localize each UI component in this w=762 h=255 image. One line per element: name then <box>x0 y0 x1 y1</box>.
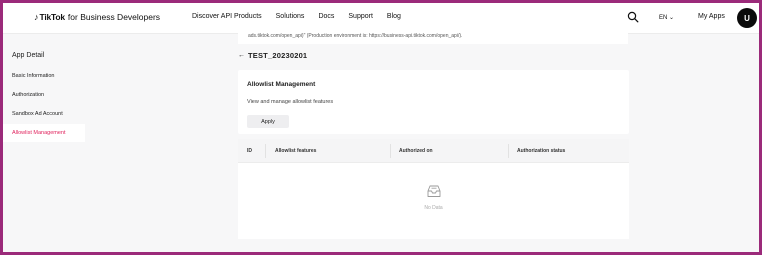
logo[interactable]: ♪ TikTok for Business Developers <box>34 12 160 22</box>
column-divider <box>508 144 509 158</box>
column-header-authorized-on: Authorized on <box>399 148 433 154</box>
nav-link-discover-api-products[interactable]: Discover API Products <box>192 13 262 20</box>
language-selector[interactable]: EN ⌄ <box>659 14 674 21</box>
column-header-id: ID <box>247 148 252 154</box>
back-arrow-icon[interactable]: ← <box>238 52 245 59</box>
sidebar-item-basic-information[interactable]: Basic Information <box>3 67 85 85</box>
language-label: EN <box>659 15 668 21</box>
page-header: ← TEST_20230201 <box>238 51 307 60</box>
empty-state-text: No Data <box>424 205 443 211</box>
my-apps-link[interactable]: My Apps <box>698 13 725 20</box>
sidebar: App Detail Basic Information Authorizati… <box>3 34 233 252</box>
allowlist-description: View and manage allowlist features <box>247 99 334 105</box>
chevron-down-icon: ⌄ <box>669 15 675 21</box>
logo-suffix: for Business Developers <box>67 12 161 22</box>
nav-link-support[interactable]: Support <box>348 13 373 20</box>
search-icon[interactable] <box>627 11 639 23</box>
tiktok-note-icon: ♪ <box>34 12 39 22</box>
sidebar-title: App Detail <box>12 52 45 59</box>
sidebar-item-sandbox-ad-account[interactable]: Sandbox Ad Account <box>3 105 85 123</box>
empty-inbox-icon <box>427 185 441 197</box>
nav-links: Discover API Products Solutions Docs Sup… <box>192 13 401 20</box>
nav-link-blog[interactable]: Blog <box>387 13 401 20</box>
allowlist-table: ID Allowlist features Authorized on Auth… <box>238 139 629 239</box>
column-header-authorization-status: Authorization status <box>517 148 566 154</box>
api-endpoint-note: ads.tiktok.com/open_api)" (Production en… <box>238 32 628 44</box>
apply-button[interactable]: Apply <box>247 115 289 128</box>
sidebar-item-allowlist-management[interactable]: Allowlist Management <box>3 124 85 142</box>
nav-link-solutions[interactable]: Solutions <box>276 13 305 20</box>
allowlist-card: Allowlist Management View and manage all… <box>238 70 629 134</box>
sidebar-item-authorization[interactable]: Authorization <box>3 86 85 104</box>
top-navigation: ♪ TikTok for Business Developers Discove… <box>3 3 759 34</box>
table-header: ID Allowlist features Authorized on Auth… <box>238 139 629 163</box>
app-window: ♪ TikTok for Business Developers Discove… <box>3 3 759 252</box>
page-title: TEST_20230201 <box>248 51 308 60</box>
avatar[interactable]: U <box>737 8 757 28</box>
nav-link-docs[interactable]: Docs <box>318 13 334 20</box>
allowlist-title: Allowlist Management <box>247 81 316 88</box>
column-divider <box>265 144 266 158</box>
logo-brand: TikTok <box>39 12 66 22</box>
column-divider <box>390 144 391 158</box>
column-header-allowlist-features: Allowlist features <box>275 148 317 154</box>
